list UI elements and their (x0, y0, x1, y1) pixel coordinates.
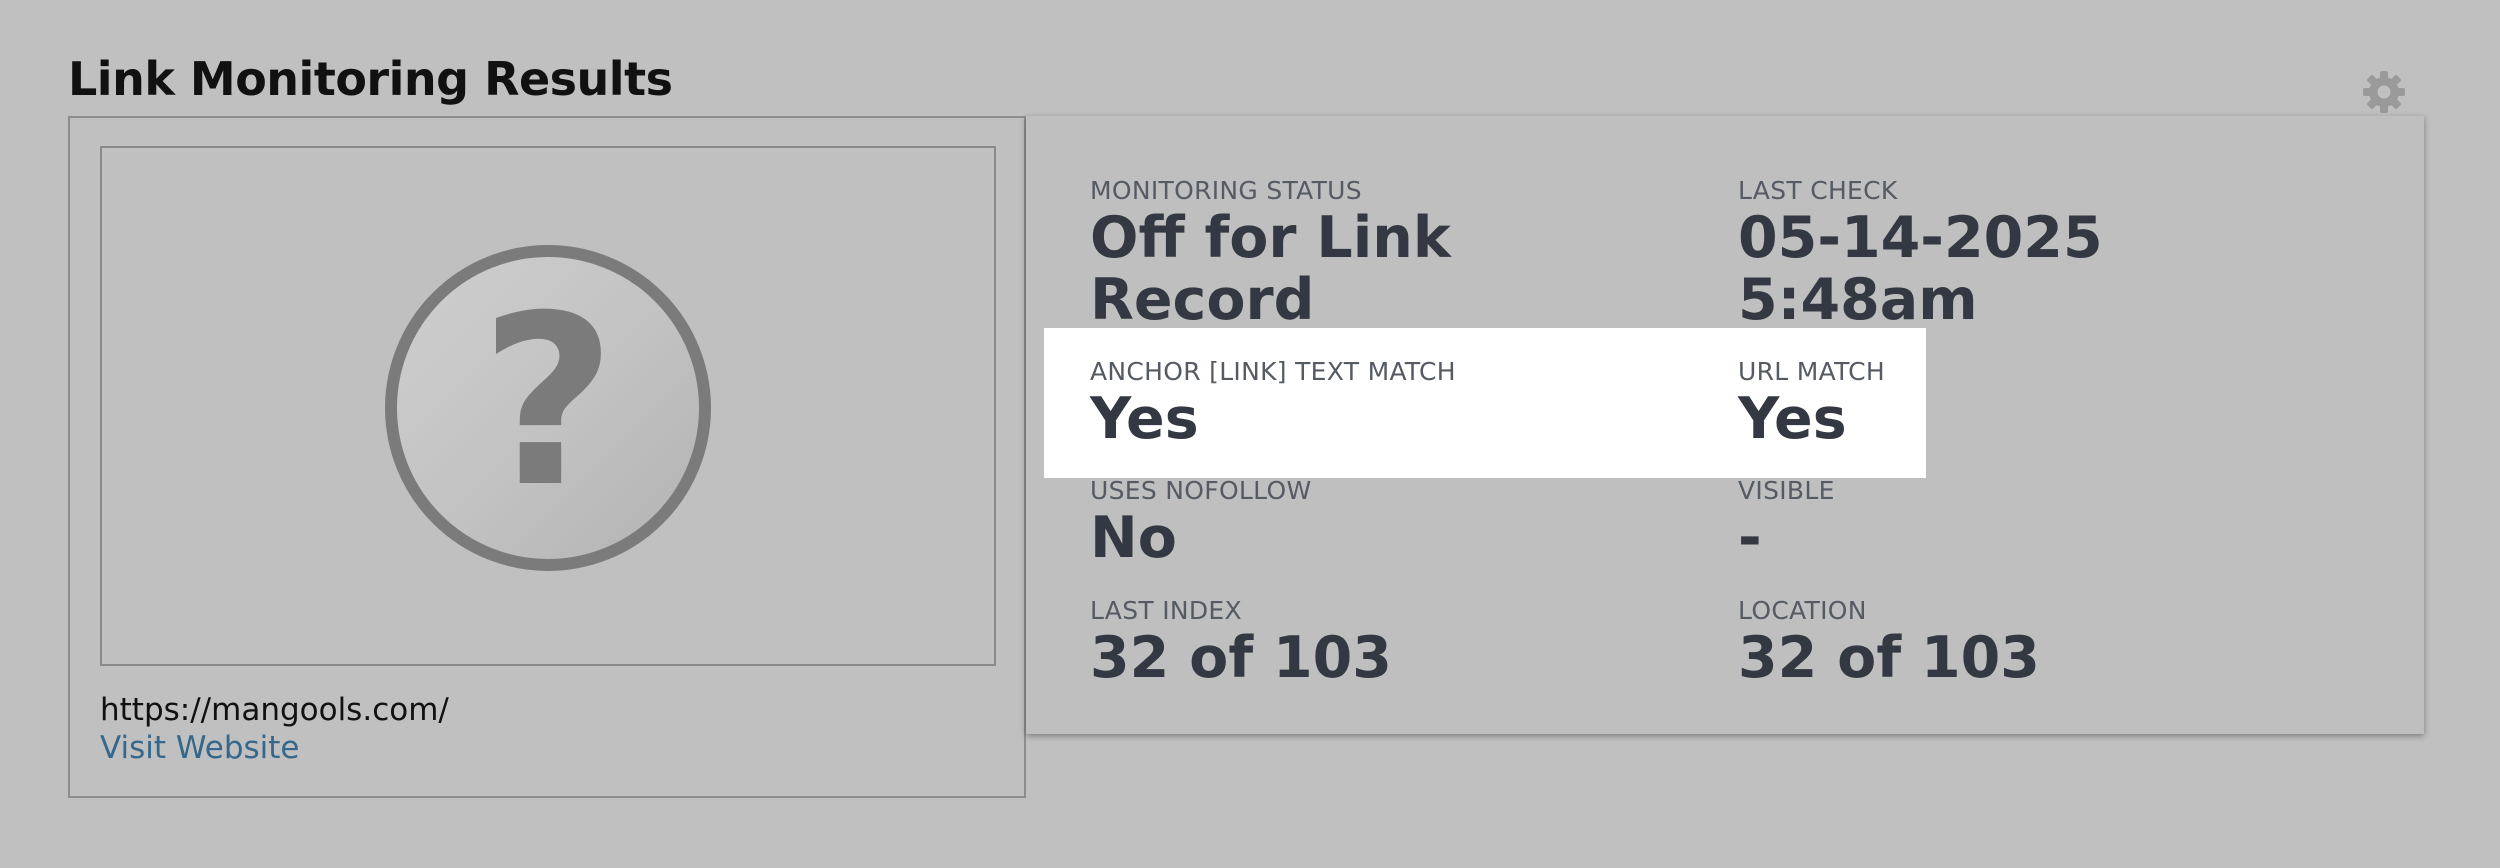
stat-value: 5:48am (1738, 267, 1978, 333)
stat-uses-nofollow: USES NOFOLLOW No (1090, 476, 1311, 569)
stat-value: Record (1090, 267, 1315, 333)
visit-website-link[interactable]: Visit Website (100, 730, 300, 766)
stat-location: LOCATION 32 of 103 (1738, 596, 2040, 689)
stat-value: 05-14-2025 (1738, 205, 2103, 271)
site-thumbnail: ? (100, 146, 996, 666)
stat-url-match: URL MATCH Yes (1738, 357, 1885, 450)
site-preview-card: ? https://mangools.com/ Visit Website (68, 116, 1026, 798)
question-mark-icon: ? (385, 245, 711, 571)
stat-last-index: LAST INDEX 32 of 103 (1090, 596, 1392, 689)
page-title: Link Monitoring Results (68, 52, 673, 106)
stat-value: - (1738, 505, 1762, 571)
stat-visible: VISIBLE - (1738, 476, 1835, 569)
stat-label: ANCHOR [LINK] TEXT MATCH (1090, 357, 1456, 386)
stat-anchor-text-match: ANCHOR [LINK] TEXT MATCH Yes (1090, 357, 1456, 450)
stat-value: Off for Link (1090, 205, 1451, 271)
stat-label: LAST INDEX (1090, 596, 1242, 625)
page: Link Monitoring Results ? https://mangoo… (0, 0, 2500, 868)
stat-value: 32 of 103 (1090, 625, 1392, 691)
stat-value: No (1090, 505, 1177, 571)
svg-text:?: ? (480, 266, 616, 539)
stat-label: USES NOFOLLOW (1090, 476, 1312, 505)
site-url: https://mangools.com/ (100, 692, 449, 728)
stat-value: Yes (1738, 386, 1847, 452)
gear-icon[interactable] (2362, 70, 2406, 114)
stat-value: 32 of 103 (1738, 625, 2040, 691)
stat-label: VISIBLE (1738, 476, 1835, 505)
stat-value: Yes (1090, 386, 1199, 452)
stat-label: LAST CHECK (1738, 176, 1898, 205)
stat-label: MONITORING STATUS (1090, 176, 1362, 205)
stat-monitoring-status: MONITORING STATUS Off for Link Record (1090, 176, 1451, 331)
stat-label: LOCATION (1738, 596, 1867, 625)
stat-last-check: LAST CHECK 05-14-2025 5:48am (1738, 176, 2103, 331)
stat-label: URL MATCH (1738, 357, 1886, 386)
